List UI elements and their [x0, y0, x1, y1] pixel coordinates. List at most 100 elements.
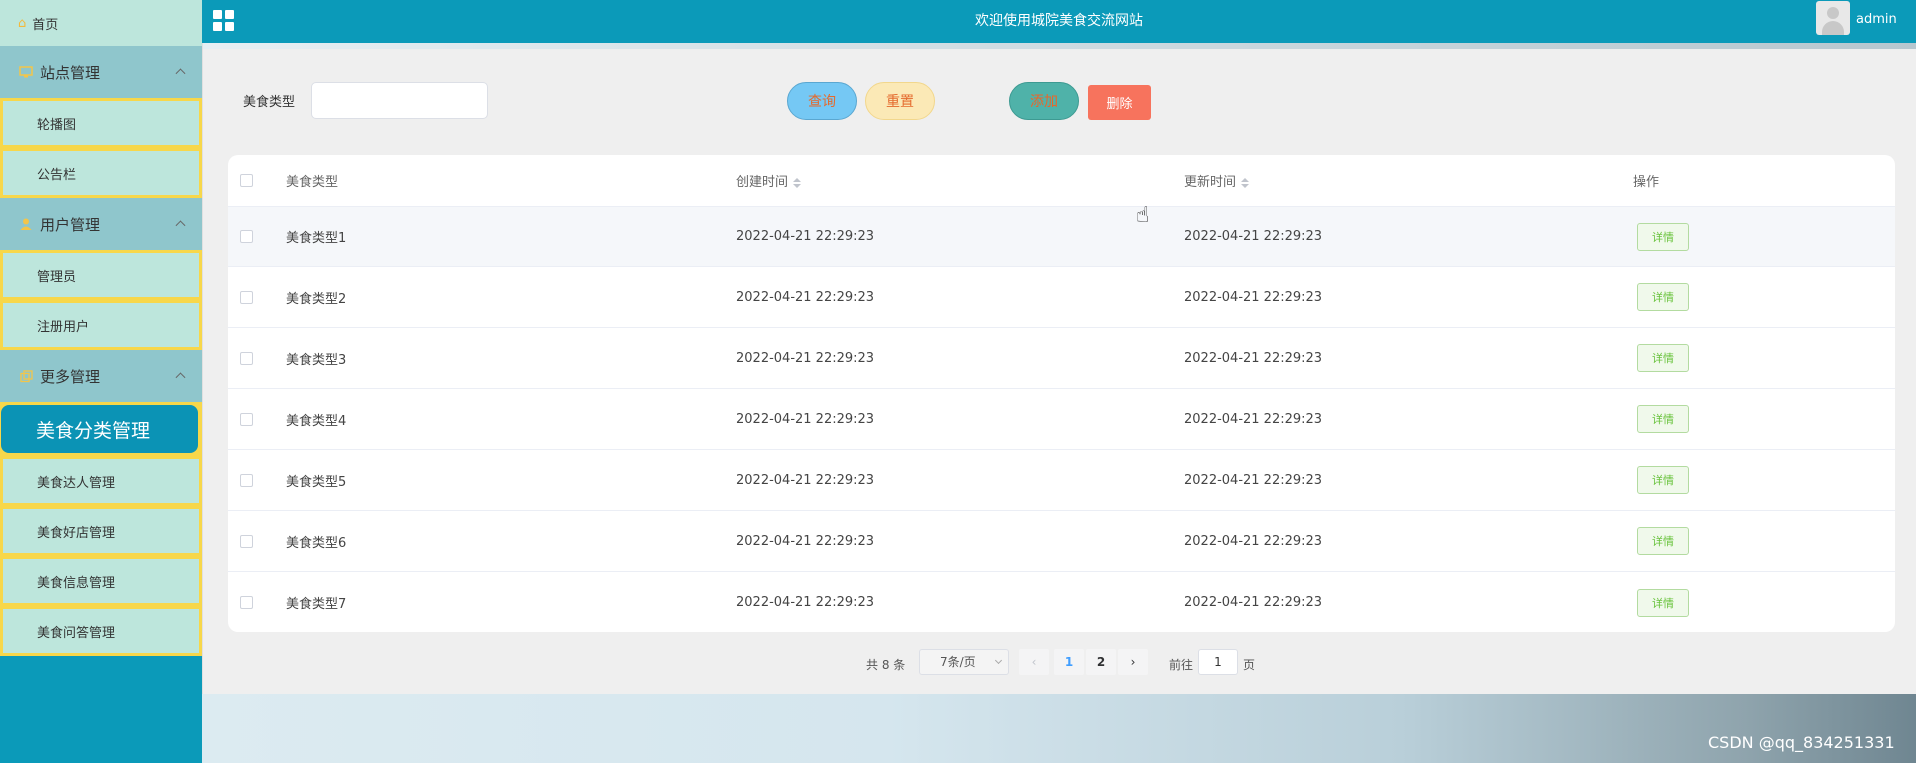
column-header-updated[interactable]: 更新时间 — [1184, 171, 1250, 190]
sidebar-item-label: 管理员 — [37, 269, 77, 285]
sidebar-active-wrapper: 美食分类管理 — [0, 402, 202, 456]
data-table: 美食类型 创建时间 更新时间 操作 美食类型1 2022-04-21 22:29… — [228, 155, 1895, 632]
reset-button[interactable]: 重置 — [865, 82, 935, 120]
cell-created: 2022-04-21 22:29:23 — [736, 229, 875, 244]
cell-type: 美食类型3 — [286, 352, 347, 368]
cell-type: 美食类型2 — [286, 291, 347, 307]
row-checkbox[interactable] — [240, 534, 253, 548]
sidebar-item-notice[interactable]: 公告栏 — [0, 148, 202, 198]
cell-created: 2022-04-21 22:29:23 — [736, 472, 875, 488]
sidebar-item-carousel[interactable]: 轮播图 — [0, 98, 202, 148]
cell-updated: 2022-04-21 22:29:23 — [1184, 533, 1323, 549]
add-button[interactable]: 添加 — [1009, 82, 1079, 120]
sidebar-group-site[interactable]: 站点管理 — [0, 46, 202, 98]
row-checkbox[interactable] — [240, 351, 253, 365]
search-label: 美食类型 — [243, 95, 296, 110]
sidebar-group-more[interactable]: 更多管理 — [0, 350, 202, 402]
detail-button[interactable]: 详情 — [1637, 222, 1689, 251]
sidebar-item-label: 美食信息管理 — [37, 575, 116, 591]
site-title: 欢迎使用城院美食交流网站 — [975, 13, 1143, 29]
table-row: 美食类型1 2022-04-21 22:29:23 2022-04-21 22:… — [228, 207, 1895, 267]
sidebar-item-registered-users[interactable]: 注册用户 — [0, 300, 202, 350]
cell-created: 2022-04-21 22:29:23 — [736, 411, 875, 427]
detail-button[interactable]: 详情 — [1637, 466, 1689, 494]
cell-type: 美食类型5 — [286, 474, 347, 490]
cell-updated: 2022-04-21 22:29:23 — [1184, 472, 1323, 488]
hand-cursor-icon: ☝ — [1136, 203, 1150, 228]
sidebar-item-label: 美食问答管理 — [37, 625, 116, 641]
detail-button[interactable]: 详情 — [1637, 283, 1689, 311]
table-header: 美食类型 创建时间 更新时间 操作 — [228, 155, 1895, 207]
copy-icon — [18, 368, 34, 384]
detail-button[interactable]: 详情 — [1637, 344, 1689, 372]
column-header-created[interactable]: 创建时间 — [736, 171, 802, 190]
detail-button[interactable]: 详情 — [1637, 527, 1689, 555]
user-icon — [18, 216, 34, 232]
cell-type: 美食类型6 — [286, 535, 347, 551]
cell-created: 2022-04-21 22:29:23 — [736, 350, 875, 366]
cell-created: 2022-04-21 22:29:23 — [736, 595, 875, 610]
sidebar-group-label: 更多管理 — [40, 367, 101, 386]
sidebar-item-label: 美食好店管理 — [37, 525, 116, 541]
goto-label: 前往 — [1169, 658, 1194, 672]
pagination-total: 共 8 条 — [866, 658, 906, 672]
sidebar-item-label: 公告栏 — [37, 167, 77, 183]
chevron-up-icon — [175, 68, 186, 79]
column-header-label: 更新时间 — [1184, 175, 1237, 190]
row-checkbox[interactable] — [240, 412, 253, 426]
query-button[interactable]: 查询 — [787, 82, 857, 120]
monitor-icon — [18, 64, 34, 80]
sidebar-group-label: 站点管理 — [40, 63, 101, 82]
sidebar-item-food-info[interactable]: 美食信息管理 — [0, 556, 202, 606]
sort-icon[interactable] — [793, 177, 802, 188]
food-type-search-input[interactable] — [311, 82, 488, 119]
next-page-button[interactable]: › — [1118, 649, 1148, 675]
column-header-action: 操作 — [1633, 175, 1660, 190]
background-strip — [202, 694, 1916, 763]
row-checkbox[interactable] — [240, 290, 253, 304]
table-row: 美食类型2 2022-04-21 22:29:23 2022-04-21 22:… — [228, 267, 1895, 328]
sidebar-item-food-expert[interactable]: 美食达人管理 — [0, 456, 202, 506]
cell-updated: 2022-04-21 22:29:23 — [1184, 229, 1323, 244]
sidebar-item-home[interactable]: ⌂ 首页 — [0, 0, 202, 46]
top-header: 欢迎使用城院美食交流网站 admin — [202, 0, 1916, 43]
sidebar-item-food-qa[interactable]: 美食问答管理 — [0, 606, 202, 656]
page-button-2[interactable]: 2 — [1086, 649, 1116, 675]
sidebar-item-label: 美食分类管理 — [36, 419, 151, 442]
sort-icon[interactable] — [1241, 177, 1250, 188]
cell-type: 美食类型1 — [286, 231, 347, 246]
page-button-1[interactable]: 1 — [1054, 649, 1084, 675]
sidebar-item-admin[interactable]: 管理员 — [0, 250, 202, 300]
username[interactable]: admin — [1856, 12, 1897, 27]
detail-button[interactable]: 详情 — [1637, 588, 1689, 617]
delete-button[interactable]: 删除 — [1088, 85, 1151, 120]
row-checkbox[interactable] — [240, 230, 253, 243]
page-size-select[interactable]: 7条/页 — [919, 649, 1009, 675]
sidebar-item-food-category[interactable]: 美食分类管理 — [1, 405, 198, 453]
watermark: CSDN @qq_834251331 — [1708, 733, 1895, 752]
table-row: 美食类型6 2022-04-21 22:29:23 2022-04-21 22:… — [228, 511, 1895, 572]
sidebar-item-label: 轮播图 — [37, 117, 77, 133]
table-row: 美食类型3 2022-04-21 22:29:23 2022-04-21 22:… — [228, 328, 1895, 389]
pagination: 共 8 条 7条/页 ‹ 1 2 › 前往 1 页 — [203, 649, 1916, 677]
cell-created: 2022-04-21 22:29:23 — [736, 289, 875, 305]
sidebar-item-food-shop[interactable]: 美食好店管理 — [0, 506, 202, 556]
row-checkbox[interactable] — [240, 473, 253, 487]
chevron-up-icon — [175, 372, 186, 383]
sidebar-group-users[interactable]: 用户管理 — [0, 198, 202, 250]
avatar[interactable] — [1816, 1, 1850, 35]
cell-created: 2022-04-21 22:29:23 — [736, 533, 875, 549]
cell-type: 美食类型7 — [286, 597, 347, 612]
column-header-type: 美食类型 — [286, 175, 339, 190]
cell-updated: 2022-04-21 22:29:23 — [1184, 411, 1323, 427]
sidebar-item-label: 首页 — [32, 17, 59, 33]
goto-page-input[interactable]: 1 — [1198, 649, 1238, 675]
select-all-checkbox[interactable] — [240, 174, 253, 187]
detail-button[interactable]: 详情 — [1637, 405, 1689, 433]
cell-updated: 2022-04-21 22:29:23 — [1184, 595, 1323, 610]
column-header-label: 创建时间 — [736, 175, 789, 190]
row-checkbox[interactable] — [240, 596, 253, 609]
table-row: 美食类型5 2022-04-21 22:29:23 2022-04-21 22:… — [228, 450, 1895, 511]
prev-page-button[interactable]: ‹ — [1019, 649, 1049, 675]
chevron-left-icon: ‹ — [1031, 655, 1037, 669]
